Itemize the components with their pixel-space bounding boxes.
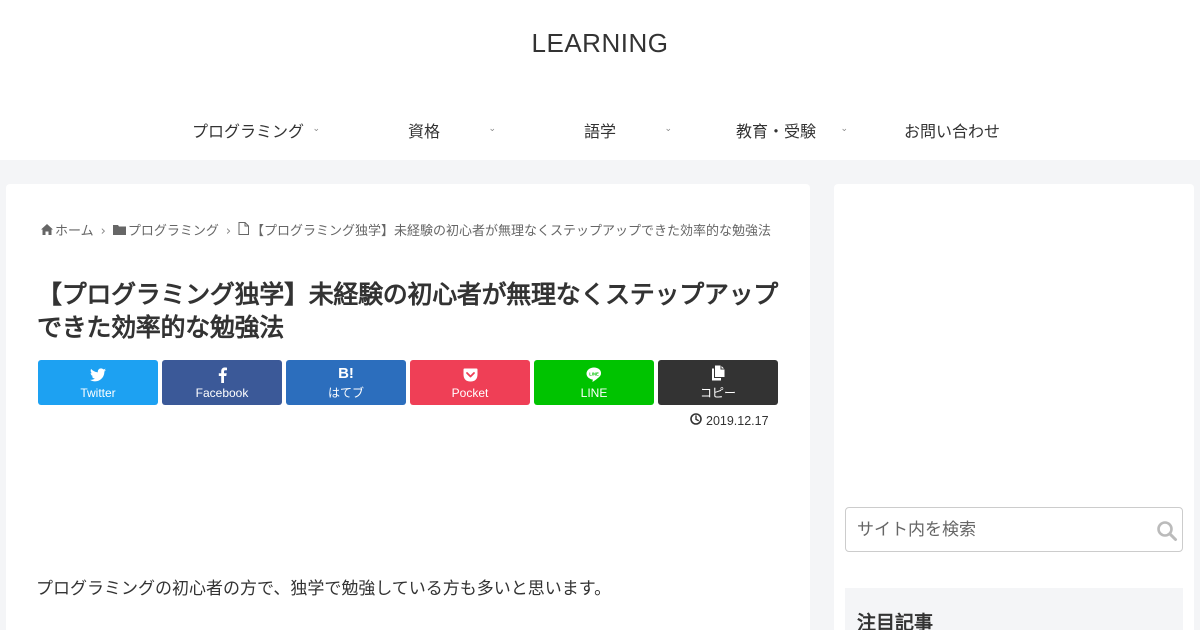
file-icon: [238, 220, 250, 243]
svg-text:LINE: LINE: [589, 372, 599, 377]
twitter-share-button[interactable]: Twitter: [38, 360, 158, 405]
breadcrumb-separator: ›: [225, 224, 232, 239]
nav-item-qualification[interactable]: 資格 ⌄: [336, 110, 512, 150]
article-intro: プログラミングの初心者の方で、独学で勉強している方も多いと思います。: [36, 579, 612, 599]
nav-item-programming[interactable]: プログラミング ⌄: [160, 110, 336, 150]
article-title: 【プログラミング独学】未経験の初心者が無理なくステップアップできた効率的な勉強法: [37, 280, 779, 342]
hatena-share-button[interactable]: B! はてブ: [286, 360, 406, 405]
copy-label: コピー: [699, 386, 736, 400]
nav-item-label: 語学: [583, 122, 616, 141]
sidebar: 注目記事: [834, 184, 1194, 630]
site-title[interactable]: LEARNING: [0, 28, 1200, 59]
pocket-share-label: Pocket: [451, 385, 489, 400]
folder-icon: [112, 220, 126, 243]
nav-item-label: 教育・受験: [735, 122, 816, 141]
nav-item-education[interactable]: 教育・受験 ⌄: [688, 110, 864, 150]
twitter-share-label: Twitter: [80, 385, 116, 400]
hatena-bookmark-icon: B!: [338, 364, 354, 382]
twitter-icon: [90, 366, 106, 384]
chevron-down-icon: ⌄: [488, 124, 496, 134]
widget-title: 注目記事: [857, 612, 934, 630]
search-icon[interactable]: [1156, 520, 1178, 546]
line-icon: LINE: [586, 366, 602, 384]
main-content: ホーム › プログラミング › 【プログラミング独学】未経験の初心者が無理なくステッ…: [6, 184, 810, 630]
pocket-icon: [463, 366, 478, 384]
copy-button[interactable]: コピー: [658, 360, 778, 405]
nav-item-language[interactable]: 語学 ⌄: [512, 110, 688, 150]
breadcrumb-current: 【プログラミング独学】未経験の初心者が無理なくステップアップできた効率的な勉強法: [251, 224, 772, 239]
nav-item-label: プログラミング: [191, 122, 304, 141]
clock-icon: [690, 413, 702, 428]
facebook-share-label: Facebook: [195, 385, 249, 400]
site-header: LEARNING プログラミング ⌄ 資格 ⌄ 語学 ⌄ 教育・受験 ⌄ お問い…: [0, 0, 1200, 160]
hatena-share-label: はてブ: [327, 386, 364, 400]
facebook-share-button[interactable]: Facebook: [162, 360, 282, 405]
breadcrumb: ホーム › プログラミング › 【プログラミング独学】未経験の初心者が無理なくステッ…: [41, 220, 776, 243]
post-date: 2019.12.17: [690, 413, 769, 428]
line-share-button[interactable]: LINE LINE: [534, 360, 654, 405]
home-icon: [41, 220, 53, 243]
nav-item-label: 資格: [407, 122, 440, 141]
breadcrumb-home[interactable]: ホーム: [55, 224, 94, 239]
search-input[interactable]: [846, 508, 1136, 551]
nav-item-contact[interactable]: お問い合わせ: [864, 110, 1040, 150]
chevron-down-icon: ⌄: [312, 124, 320, 134]
popular-posts-widget: 注目記事: [845, 588, 1183, 630]
breadcrumb-category[interactable]: プログラミング: [128, 224, 219, 239]
search-box: [845, 507, 1183, 552]
copy-icon: [711, 364, 725, 382]
global-nav: プログラミング ⌄ 資格 ⌄ 語学 ⌄ 教育・受験 ⌄ お問い合わせ: [160, 110, 1040, 150]
breadcrumb-separator: ›: [100, 224, 106, 239]
chevron-down-icon: ⌄: [840, 124, 848, 134]
post-date-text: 2019.12.17: [706, 413, 769, 428]
facebook-icon: [218, 366, 227, 384]
nav-item-label: お問い合わせ: [903, 122, 1000, 141]
share-buttons: Twitter Facebook B! はてブ Pocket LINE LINE: [38, 360, 778, 405]
chevron-down-icon: ⌄: [664, 124, 672, 134]
pocket-share-button[interactable]: Pocket: [410, 360, 530, 405]
line-share-label: LINE: [580, 385, 608, 400]
